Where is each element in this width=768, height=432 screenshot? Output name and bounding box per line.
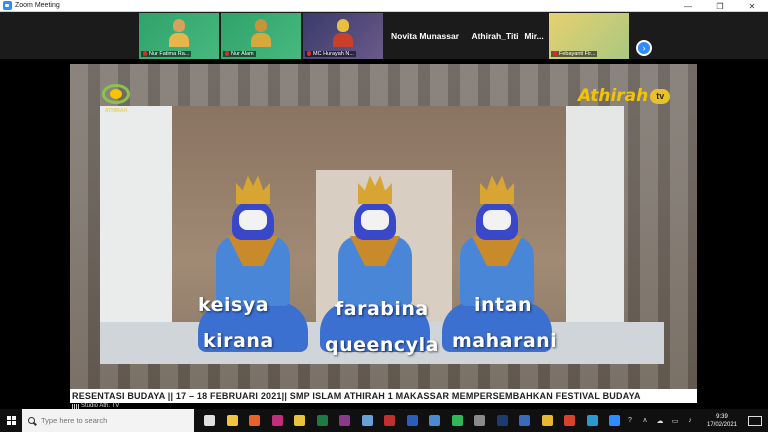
notepad-icon[interactable]	[358, 409, 377, 432]
participant-video	[169, 19, 189, 47]
mic-muted-icon	[307, 51, 311, 56]
photoshop-glyph	[496, 415, 508, 426]
minimize-button[interactable]: —	[672, 0, 704, 12]
participant-name: MC Hurayah N...	[305, 51, 356, 57]
participant-tile[interactable]: MC Hurayah N...	[303, 13, 383, 59]
window-titlebar: Zoom Meeting — ❐ ✕	[0, 0, 768, 12]
participant-name: Febayanti Fir...	[551, 51, 598, 57]
participant-video	[333, 19, 353, 47]
mic-muted-icon	[143, 51, 147, 56]
chrome-glyph	[564, 415, 575, 426]
participant-tile[interactable]: Nur Fatima Ra...	[139, 13, 219, 59]
restore-button[interactable]: ❐	[704, 0, 736, 12]
participant-gallery: Nur Fatima Ra... Nur Alam MC Hurayah N..…	[0, 12, 768, 59]
system-tray: ? ʌ ☁ ▭ ♪ 9:39 17/02/2021	[625, 409, 768, 432]
winrar-glyph	[339, 415, 350, 426]
athirah-logo: ATHIRAH	[98, 82, 134, 118]
mic-muted-icon	[225, 51, 229, 56]
whatsapp-icon[interactable]	[448, 409, 467, 432]
edge-glyph	[586, 415, 598, 426]
file-explorer-icon[interactable]	[223, 409, 242, 432]
whatsapp-glyph	[451, 415, 463, 426]
chrome-icon[interactable]	[560, 409, 579, 432]
settings-app-icon[interactable]	[425, 409, 444, 432]
volume-icon[interactable]: ♪	[685, 416, 695, 426]
word-icon[interactable]	[403, 409, 422, 432]
app-blue-glyph	[519, 415, 530, 426]
dancer-caption: farabina	[335, 298, 429, 320]
participant-name: Mir...	[524, 31, 544, 41]
task-view-glyph	[204, 415, 215, 426]
participant-tile[interactable]: Athirah_Titi	[467, 13, 523, 59]
app-red-glyph	[384, 415, 395, 426]
participant-tile[interactable]: Febayanti Fir...	[549, 13, 629, 59]
shared-video: keisya kirana farabina queencyla intan m…	[70, 64, 697, 389]
participant-name: Nur Alam	[223, 51, 256, 57]
app-gray-icon[interactable]	[470, 409, 489, 432]
athirah-tv-logo: Athirah tv	[578, 86, 671, 106]
chevron-up-icon[interactable]: ʌ	[640, 416, 650, 426]
chrome-like-glyph	[294, 415, 305, 426]
participant-tile[interactable]: Novita Munassar	[385, 13, 465, 59]
dancer-caption: keisya	[198, 294, 270, 316]
taskbar-search[interactable]	[22, 409, 194, 432]
zoom-icon[interactable]	[605, 409, 624, 432]
photoshop-icon[interactable]	[493, 409, 512, 432]
signal-icon	[72, 403, 79, 409]
participant-tile[interactable]: Nur Alam	[221, 13, 301, 59]
zoom-glyph	[609, 415, 620, 426]
file-explorer-glyph	[226, 415, 238, 426]
search-icon	[28, 417, 35, 424]
participant-name: Nur Fatima Ra...	[141, 51, 192, 57]
participant-tile[interactable]: Mir...	[521, 13, 547, 59]
window-controls: — ❐ ✕	[672, 0, 768, 12]
participant-video	[251, 19, 271, 47]
close-button[interactable]: ✕	[736, 0, 768, 12]
app-red-icon[interactable]	[380, 409, 399, 432]
task-view-icon[interactable]	[200, 409, 219, 432]
ticker-text: RESENTASI BUDAYA || 17 – 18 FEBRUARI 202…	[72, 391, 641, 401]
dancer-caption: maharani	[452, 330, 558, 352]
word-glyph	[406, 415, 418, 426]
pinned-apps	[200, 409, 628, 432]
window-title: Zoom Meeting	[15, 2, 60, 9]
windows-taskbar: ? ʌ ☁ ▭ ♪ 9:39 17/02/2021	[0, 409, 768, 432]
notepad-glyph	[361, 415, 373, 426]
cloud-icon[interactable]: ☁	[655, 416, 665, 426]
store-icon[interactable]	[268, 409, 287, 432]
dancer-caption: intan	[474, 294, 532, 316]
mic-muted-icon	[553, 51, 557, 56]
news-ticker: RESENTASI BUDAYA || 17 – 18 FEBRUARI 202…	[70, 389, 697, 403]
gallery-next-button[interactable]: ›	[636, 40, 652, 56]
firefox-glyph	[249, 415, 260, 426]
excel-icon[interactable]	[313, 409, 332, 432]
windows-logo-icon	[6, 416, 16, 425]
firefox-icon[interactable]	[245, 409, 264, 432]
start-button[interactable]	[0, 409, 22, 432]
help-icon[interactable]: ?	[625, 416, 635, 426]
edge-icon[interactable]	[583, 409, 602, 432]
notification-icon[interactable]	[748, 415, 762, 426]
shared-screen: keisya kirana farabina queencyla intan m…	[0, 59, 768, 409]
battery-icon[interactable]: ▭	[670, 416, 680, 426]
app-yellow-glyph	[541, 415, 553, 426]
app-blue-icon[interactable]	[515, 409, 534, 432]
zoom-app-icon	[3, 1, 12, 10]
chrome-like-icon[interactable]	[290, 409, 309, 432]
participant-name: Athirah_Titi	[471, 31, 519, 41]
search-input[interactable]	[41, 416, 181, 425]
system-clock[interactable]: 9:39 17/02/2021	[700, 413, 744, 429]
app-gray-glyph	[474, 415, 485, 426]
participant-name: Novita Munassar	[390, 31, 460, 41]
dancer-caption: queencyla	[325, 334, 439, 356]
winrar-icon[interactable]	[335, 409, 354, 432]
excel-glyph	[316, 415, 328, 426]
app-yellow-icon[interactable]	[538, 409, 557, 432]
store-glyph	[271, 415, 283, 426]
dancer-caption: kirana	[203, 330, 274, 352]
settings-app-glyph	[429, 415, 440, 426]
